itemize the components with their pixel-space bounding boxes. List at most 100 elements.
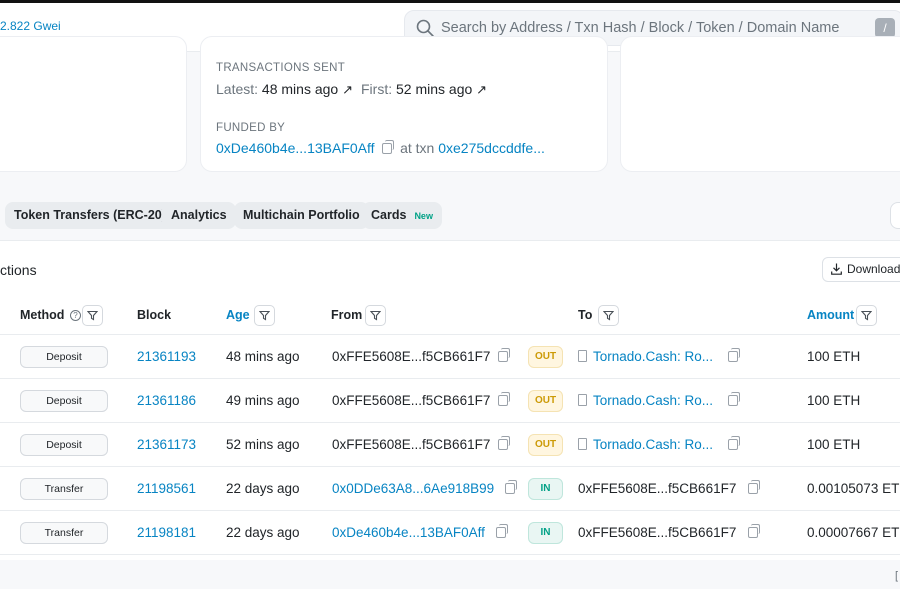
direction-badge: OUT xyxy=(528,434,563,456)
to-address-text[interactable]: Tornado.Cash: Ro... xyxy=(593,437,713,452)
amount-cell: 100 ETH xyxy=(807,349,861,364)
age-cell: 22 days ago xyxy=(226,481,300,496)
header-block: Block xyxy=(137,308,172,322)
funded-by-row: 0xDe460b4e...13BAF0Aff at txn 0xe275dccd… xyxy=(216,140,545,156)
to-address-text[interactable]: Tornado.Cash: Ro... xyxy=(593,393,713,408)
header-to: To xyxy=(578,308,593,322)
method-badge[interactable]: Deposit xyxy=(20,346,108,368)
copy-icon[interactable] xyxy=(496,524,509,538)
tab-analytics[interactable]: Analytics xyxy=(162,202,236,229)
at-txn-label: at txn xyxy=(400,140,435,156)
header-method-label: Method xyxy=(20,308,65,322)
latest-arrow-icon[interactable]: ↗ xyxy=(342,82,353,97)
to-address: Tornado.Cash: Ro... xyxy=(578,348,741,364)
tab-cards[interactable]: Cards New xyxy=(362,202,442,229)
block-link[interactable]: 21198561 xyxy=(137,481,196,496)
copy-icon[interactable] xyxy=(728,392,741,406)
search-shortcut-key: / xyxy=(875,18,895,38)
contract-icon xyxy=(578,394,587,406)
to-address: Tornado.Cash: Ro... xyxy=(578,436,741,452)
from-address-text[interactable]: 0x0DDe63A8...6Ae918B99 xyxy=(332,481,494,496)
transactions-sent-label: TRANSACTIONS SENT xyxy=(216,62,346,74)
funded-txn-link[interactable]: 0xe275dccddfe... xyxy=(438,140,545,156)
from-address-text[interactable]: 0xFFE5608E...f5CB661F7 xyxy=(332,393,490,408)
method-filter-button[interactable] xyxy=(82,305,103,326)
header-amount[interactable]: Amount xyxy=(807,308,854,322)
copy-icon[interactable] xyxy=(505,480,518,494)
latest-tx: Latest: 48 mins ago ↗ xyxy=(216,81,353,98)
from-address: 0x0DDe63A8...6Ae918B99 xyxy=(332,480,518,496)
method-badge[interactable]: Transfer xyxy=(20,522,108,544)
copy-icon[interactable] xyxy=(747,524,760,538)
table-row: Transfer 21198561 22 days ago 0x0DDe63A8… xyxy=(0,467,900,511)
block-link[interactable]: 21361173 xyxy=(137,437,196,452)
copy-icon[interactable] xyxy=(497,392,510,406)
to-address: 0xFFE5608E...f5CB661F7 xyxy=(578,524,760,540)
search-input[interactable]: Search by Address / Txn Hash / Block / T… xyxy=(441,20,839,36)
table-row: Transfer 21198181 22 days ago 0xDe460b4e… xyxy=(0,511,900,555)
tab-token-transfers[interactable]: Token Transfers (ERC-20) xyxy=(5,202,175,229)
from-address-text[interactable]: 0xDe460b4e...13BAF0Aff xyxy=(332,525,485,540)
copy-icon[interactable] xyxy=(728,436,741,450)
amount-cell: 0.00007667 ETH xyxy=(807,525,900,540)
block-link[interactable]: 21361186 xyxy=(137,393,196,408)
funded-by-label: FUNDED BY xyxy=(216,122,286,134)
copy-icon[interactable] xyxy=(497,436,510,450)
more-info-card: TRANSACTIONS SENT Latest: 48 mins ago ↗ … xyxy=(200,36,608,172)
first-label: First: xyxy=(361,81,393,97)
footer-bracket: [ xyxy=(895,570,899,582)
download-icon xyxy=(831,263,842,275)
filter-icon xyxy=(603,310,614,321)
from-address-text[interactable]: 0xFFE5608E...f5CB661F7 xyxy=(332,437,490,452)
copy-icon[interactable] xyxy=(747,480,760,494)
to-address-text[interactable]: 0xFFE5608E...f5CB661F7 xyxy=(578,481,736,496)
amount-cell: 0.00105073 ETH xyxy=(807,481,900,496)
block-link[interactable]: 21361193 xyxy=(137,349,196,364)
tab-multichain-portfolio[interactable]: Multichain Portfolio xyxy=(234,202,369,229)
to-filter-button[interactable] xyxy=(598,305,619,326)
gas-price[interactable]: 2.822 Gwei xyxy=(0,19,61,33)
block-link[interactable]: 21198181 xyxy=(137,525,196,540)
direction-badge: IN xyxy=(528,478,563,500)
table-row: Deposit 21361173 52 mins ago 0xFFE5608E.… xyxy=(0,423,900,467)
download-button[interactable]: Download xyxy=(822,257,900,282)
funded-by-address[interactable]: 0xDe460b4e...13BAF0Aff xyxy=(216,140,375,156)
method-badge[interactable]: Deposit xyxy=(20,434,108,456)
to-address-text[interactable]: 0xFFE5608E...f5CB661F7 xyxy=(578,525,736,540)
age-cell: 52 mins ago xyxy=(226,437,300,452)
table-row: Deposit 21361193 48 mins ago 0xFFE5608E.… xyxy=(0,335,900,379)
first-arrow-icon[interactable]: ↗ xyxy=(476,82,487,97)
search-icon xyxy=(416,19,434,37)
direction-badge: OUT xyxy=(528,390,563,412)
age-cell: 22 days ago xyxy=(226,525,300,540)
filter-icon xyxy=(259,310,270,321)
to-address: Tornado.Cash: Ro... xyxy=(578,392,741,408)
to-address-text[interactable]: Tornado.Cash: Ro... xyxy=(593,349,713,364)
amount-cell: 100 ETH xyxy=(807,437,861,452)
help-icon[interactable]: ? xyxy=(69,310,81,321)
from-filter-button[interactable] xyxy=(365,305,386,326)
section-title: ctions xyxy=(0,262,37,278)
download-label: Download xyxy=(847,262,900,276)
from-address: 0xFFE5608E...f5CB661F7 xyxy=(332,348,510,364)
age-filter-button[interactable] xyxy=(254,305,275,326)
latest-value: 48 mins ago xyxy=(261,81,339,97)
from-address-text[interactable]: 0xFFE5608E...f5CB661F7 xyxy=(332,349,490,364)
multichain-card xyxy=(620,36,900,172)
direction-badge: IN xyxy=(528,522,563,544)
method-badge[interactable]: Transfer xyxy=(20,478,108,500)
header-from: From xyxy=(331,308,363,322)
header-age[interactable]: Age xyxy=(226,308,250,322)
method-badge[interactable]: Deposit xyxy=(20,390,108,412)
from-address: 0xFFE5608E...f5CB661F7 xyxy=(332,436,510,452)
copy-icon[interactable] xyxy=(497,348,510,362)
amount-filter-button[interactable] xyxy=(856,305,877,326)
copy-icon[interactable] xyxy=(728,348,741,362)
filter-icon xyxy=(87,310,98,321)
from-address: 0xDe460b4e...13BAF0Aff xyxy=(332,524,509,540)
new-badge: New xyxy=(414,211,433,221)
copy-icon[interactable] xyxy=(382,140,395,154)
tabs-more-dropdown[interactable] xyxy=(890,202,900,229)
tab-cards-label: Cards xyxy=(371,208,407,222)
direction-badge: OUT xyxy=(528,346,563,368)
